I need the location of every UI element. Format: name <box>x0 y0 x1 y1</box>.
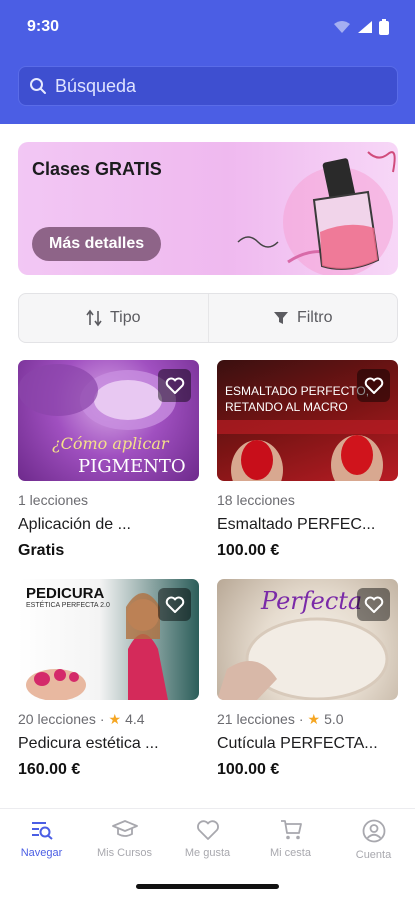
sort-icon <box>86 309 102 327</box>
sort-button[interactable]: Tipo <box>19 294 208 342</box>
thumbnail-caption: Perfecta <box>261 587 363 615</box>
filter-button[interactable]: Filtro <box>207 294 398 342</box>
search-bar[interactable] <box>18 66 398 106</box>
course-title: Esmaltado PERFEC... <box>217 516 376 533</box>
course-price: 100.00 € <box>217 761 280 778</box>
browse-icon <box>31 822 53 840</box>
lesson-count: 21 lecciones <box>217 711 295 727</box>
course-card[interactable]: Perfecta 21 lecciones · ★ 5.0 Cutícula P… <box>217 579 398 779</box>
course-meta: 1 lecciones <box>18 491 199 509</box>
star-icon: ★ <box>108 710 122 727</box>
star-icon: ★ <box>307 710 321 727</box>
heart-outline-icon <box>364 596 383 613</box>
meta-separator: · <box>99 711 105 727</box>
nav-item-my-courses[interactable]: Mis Cursos <box>83 819 166 859</box>
course-title: Cutícula PERFECTA... <box>217 735 378 752</box>
course-card[interactable]: PEDICURA ESTÉTICA PERFECTA 2.0 20 leccio… <box>18 579 199 779</box>
course-thumbnail: ¿Cómo aplicar PIGMENTO <box>18 360 199 481</box>
account-icon <box>362 819 385 843</box>
status-bar: 9:30 <box>0 0 415 56</box>
graduation-cap-icon <box>111 820 138 837</box>
lesson-count: 18 lecciones <box>217 492 295 508</box>
favorite-button[interactable] <box>158 369 191 402</box>
nav-label: Me gusta <box>184 847 231 859</box>
nail-polish-illustration <box>237 151 396 275</box>
thumbnail-caption: ESMALTADO PERFECTO, <box>225 384 370 398</box>
more-details-button[interactable]: Más detalles <box>32 227 162 261</box>
course-meta: 20 lecciones · ★ 4.4 <box>18 710 199 728</box>
nav-item-browse[interactable]: Navegar <box>0 819 83 859</box>
filter-icon <box>273 312 288 324</box>
nav-label: Navegar <box>20 847 63 859</box>
course-rating: 5.0 <box>324 711 344 727</box>
nav-item-cart[interactable]: Mi cesta <box>249 819 332 859</box>
thumbnail-caption: RETANDO AL MACRO <box>225 400 348 414</box>
course-price: 100.00 € <box>217 542 280 559</box>
lesson-count: 1 lecciones <box>18 492 89 508</box>
heart-icon <box>196 820 219 840</box>
course-title: Pedicura estética ... <box>18 735 159 752</box>
favorite-button[interactable] <box>158 588 191 621</box>
search-icon <box>30 78 46 94</box>
wifi-icon <box>334 21 350 33</box>
status-time: 9:30 <box>27 18 60 35</box>
app-header: 9:30 <box>0 0 415 124</box>
course-price: Gratis <box>18 542 65 559</box>
sort-label: Tipo <box>109 309 141 326</box>
cart-icon <box>280 820 302 840</box>
promo-banner[interactable]: Clases GRATIS Más detalles <box>18 142 398 275</box>
course-thumbnail: Perfecta <box>217 579 398 700</box>
filter-label: Filtro <box>296 309 333 326</box>
nav-label: Mi cesta <box>270 847 311 859</box>
sort-filter-bar: Tipo Filtro <box>18 293 398 343</box>
signal-icon <box>358 21 372 33</box>
course-title: Aplicación de ... <box>18 516 131 533</box>
heart-outline-icon <box>165 596 184 613</box>
course-thumbnail: PEDICURA ESTÉTICA PERFECTA 2.0 <box>18 579 199 700</box>
banner-title: Clases GRATIS <box>32 159 162 179</box>
nav-label: Mis Cursos <box>96 847 152 859</box>
course-meta: 21 lecciones · ★ 5.0 <box>217 710 398 728</box>
favorite-button[interactable] <box>357 588 390 621</box>
search-input[interactable] <box>55 75 375 97</box>
course-card[interactable]: ESMALTADO PERFECTO, RETANDO AL MACRO 18 … <box>217 360 398 560</box>
home-indicator[interactable] <box>136 884 279 889</box>
course-price: 160.00 € <box>18 761 81 778</box>
thumbnail-caption: PIGMENTO <box>78 456 186 477</box>
favorite-button[interactable] <box>357 369 390 402</box>
nav-item-account[interactable]: Cuenta <box>332 819 415 861</box>
heart-outline-icon <box>165 377 184 394</box>
status-icons <box>333 19 389 35</box>
course-rating: 4.4 <box>125 711 145 727</box>
lesson-count: 20 lecciones <box>18 711 96 727</box>
thumbnail-caption: PEDICURA <box>26 585 105 602</box>
nav-item-favorites[interactable]: Me gusta <box>166 819 249 859</box>
meta-separator: · <box>298 711 304 727</box>
battery-icon <box>379 19 389 35</box>
thumbnail-caption: ¿Cómo aplicar <box>52 434 169 453</box>
thumbnail-caption: ESTÉTICA PERFECTA 2.0 <box>26 602 110 609</box>
course-card[interactable]: ¿Cómo aplicar PIGMENTO 1 lecciones Aplic… <box>18 360 199 560</box>
nav-label: Cuenta <box>355 849 392 861</box>
heart-outline-icon <box>364 377 383 394</box>
course-thumbnail: ESMALTADO PERFECTO, RETANDO AL MACRO <box>217 360 398 481</box>
course-meta: 18 lecciones <box>217 491 398 509</box>
